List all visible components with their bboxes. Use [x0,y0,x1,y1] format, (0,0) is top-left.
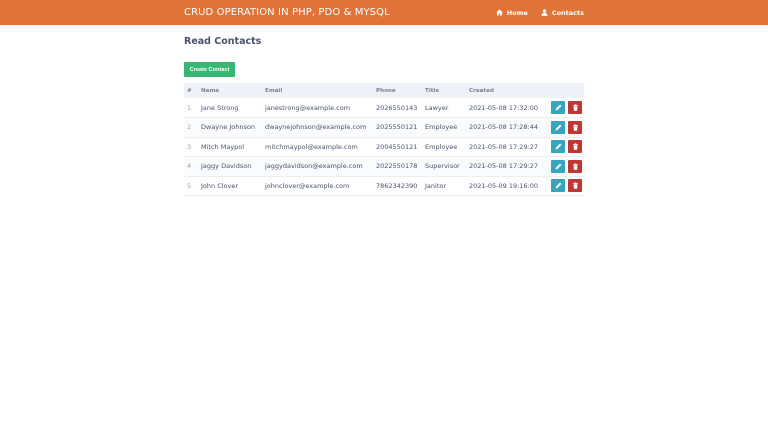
cell-title: Janitor [425,181,447,190]
nav-links: Home Contacts [495,8,584,17]
table-row: 1 Jane Strong janestrong@example.com 202… [184,98,584,118]
edit-button[interactable] [551,179,565,193]
column-header-name: Name [201,87,220,94]
cell-number: 5 [187,181,192,190]
table-row: 4 Jaggy Davidson jaggydavidson@example.c… [184,156,584,177]
trash-icon [572,143,578,150]
table-row: 2 Dwayne Johnson dwaynejohnson@example.c… [184,117,584,138]
table-row: 3 Mitch Maypol mitchmaypol@example.com 2… [184,137,584,157]
edit-button[interactable] [551,140,565,154]
cell-title: Employee [425,123,458,132]
pencil-icon [555,163,561,170]
cell-title: Lawyer [425,103,449,112]
trash-icon [572,163,578,170]
column-header-phone: Phone [376,87,396,94]
cell-created: 2021-05-08 17:29:27 [469,142,539,151]
cell-name: Mitch Maypol [201,142,245,151]
cell-title: Employee [425,142,458,151]
cell-phone: 7862342390 [376,181,418,190]
delete-button[interactable] [568,159,582,173]
app-brand-title: CRUD OPERATION IN PHP, PDO & MYSQL [184,7,390,18]
edit-button[interactable] [551,159,565,173]
cell-email: janestrong@example.com [265,103,351,112]
create-contact-button[interactable]: Create Contact [184,62,235,77]
home-icon [495,9,503,16]
delete-button[interactable] [568,120,582,134]
cell-email: johnclover@example.com [265,181,350,190]
pencil-icon [555,104,561,111]
cell-phone: 2022550178 [376,162,418,171]
cell-actions [546,157,584,177]
nav-link-contacts[interactable]: Contacts [541,9,584,17]
pencil-icon [555,124,561,131]
cell-email: dwaynejohnson@example.com [265,123,367,132]
cell-created: 2021-05-08 17:28:44 [469,123,539,132]
top-navbar: CRUD OPERATION IN PHP, PDO & MYSQL Home … [0,0,768,25]
column-header-title: Title [425,87,440,94]
user-icon [541,9,548,16]
nav-link-home-label: Home [506,8,528,17]
cell-phone: 2025550121 [376,123,418,132]
delete-button[interactable] [568,179,582,193]
table-header-row: # Name Email Phone Title Created [184,83,584,98]
table-row: 5 John Clover johnclover@example.com 786… [184,176,584,196]
trash-icon [572,124,578,131]
cell-created: 2021-05-08 17:32:00 [469,103,539,112]
cell-created: 2021-05-08 17:29:27 [469,162,539,171]
delete-button[interactable] [568,140,582,154]
cell-name: John Clover [201,181,239,190]
cell-name: Dwayne Johnson [201,123,255,132]
page-title: Read Contacts [184,36,262,47]
trash-icon [572,104,578,111]
pencil-icon [555,182,561,189]
cell-name: Jaggy Davidson [201,162,252,171]
column-header-number: # [187,87,192,94]
cell-number: 1 [187,103,192,112]
column-header-actions [546,83,584,98]
nav-link-contacts-label: Contacts [551,8,584,17]
column-header-email: Email [265,87,283,94]
pencil-icon [555,143,561,150]
delete-button[interactable] [568,101,582,114]
cell-phone: 2026550143 [376,103,418,112]
cell-number: 4 [187,162,192,171]
edit-button[interactable] [551,120,565,134]
cell-created: 2021-05-09 19:16:00 [469,181,539,190]
trash-icon [572,182,578,189]
cell-email: mitchmaypol@example.com [265,142,358,151]
cell-actions [546,98,584,118]
cell-phone: 2004550121 [376,142,418,151]
cell-actions [546,137,584,157]
edit-button[interactable] [551,101,565,114]
column-header-created: Created [469,87,494,94]
cell-number: 3 [187,142,192,151]
cell-number: 2 [187,123,192,132]
nav-link-home[interactable]: Home [495,8,528,17]
contacts-table: # Name Email Phone Title Created 1 Jane … [184,83,584,196]
cell-actions [546,176,584,196]
cell-email: jaggydavidson@example.com [265,162,363,171]
cell-title: Supervisor [425,162,460,171]
main-content: Read Contacts Create Contact # Name Emai… [184,36,584,196]
cell-actions [546,118,584,138]
cell-name: Jane Strong [201,103,239,112]
